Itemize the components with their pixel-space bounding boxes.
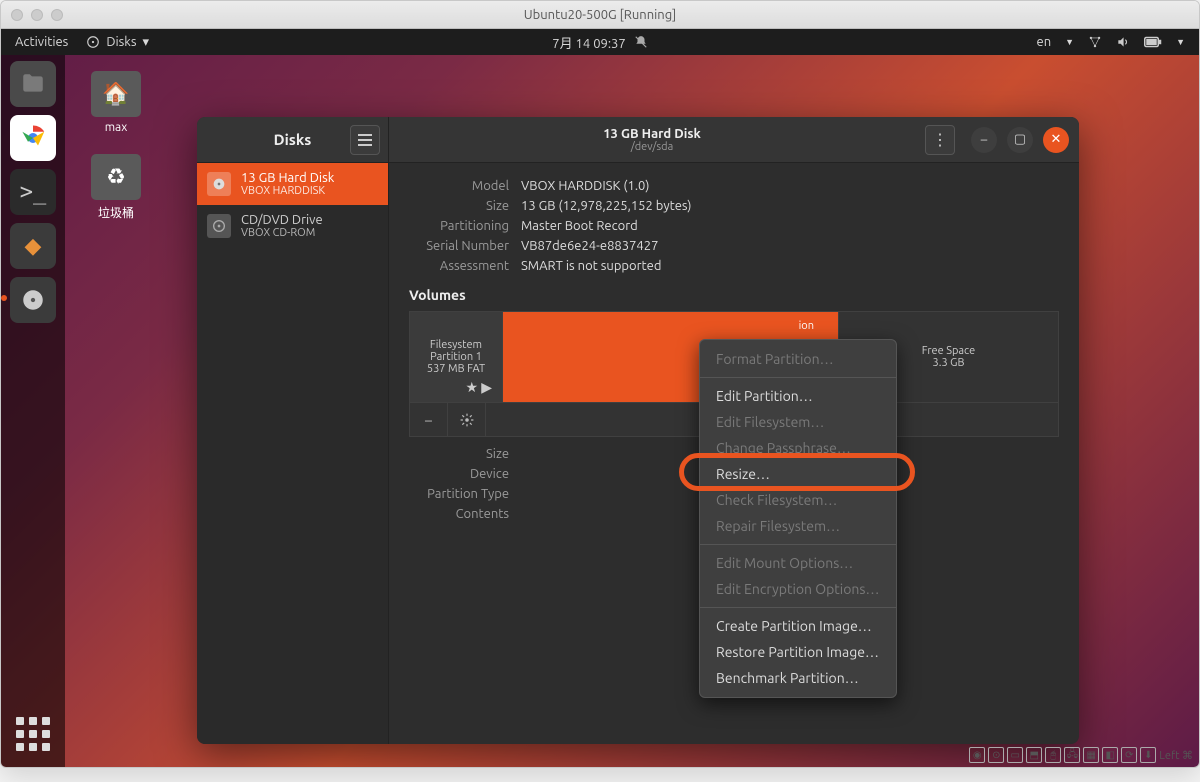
disk-sidebar: 13 GB Hard DiskVBOX HARDDISK CD/DVD Driv… [197, 163, 389, 744]
hdd-icon [207, 172, 231, 196]
label-partitioning: Partitioning [409, 219, 509, 233]
virtualbox-status-tray: ◉ ⊙ ▭ ⬒ 🖰 🖧 ▦ ◧ ⟳ ⬇ Left ⌘ [969, 745, 1193, 765]
ubuntu-desktop: Activities Disks ▾ 7月 14 09:37 en ▼ ▼ [1, 29, 1199, 768]
label-vol-device: Device [409, 467, 509, 481]
host-key-label: Left ⌘ [1159, 749, 1193, 762]
notification-off-icon [634, 35, 648, 49]
cdrom-icon [207, 214, 231, 238]
home-folder-label: max [81, 121, 151, 134]
dock-chrome[interactable] [10, 115, 56, 161]
sidebar-disk-hdd[interactable]: 13 GB Hard DiskVBOX HARDDISK [197, 163, 388, 205]
clock[interactable]: 7月 14 09:37 [552, 33, 625, 52]
vbox-tray-icon[interactable]: ◉ [969, 747, 985, 763]
disk-content: Model VBOX HARDDISK (1.0) Size 13 GB (12,9… [389, 163, 1079, 744]
unmount-button[interactable]: – [410, 403, 448, 436]
value-size: 13 GB (12,978,225,152 bytes) [521, 199, 1059, 213]
show-applications[interactable] [10, 711, 56, 757]
dock-terminal[interactable]: >_ [10, 169, 56, 215]
disks-headerbar: Disks 13 GB Hard Disk /dev/sda ⋮ – ▢ ✕ [197, 117, 1079, 163]
menu-edit-partition[interactable]: Edit Partition… [700, 383, 896, 409]
vbox-tray-icon[interactable]: ⬇ [1140, 747, 1156, 763]
disk-device-path: /dev/sda [631, 141, 673, 153]
menu-create-image[interactable]: Create Partition Image… [700, 613, 896, 639]
sidebar-item-label: CD/DVD Drive [241, 213, 323, 227]
label-size: Size [409, 199, 509, 213]
trash-label: 垃圾桶 [81, 204, 151, 221]
hamburger-button[interactable] [350, 125, 380, 155]
label-serial: Serial Number [409, 239, 509, 253]
vbox-tray-icon[interactable]: 🖰 [1045, 747, 1061, 763]
maximize-button[interactable]: ▢ [1007, 127, 1033, 153]
gnome-topbar: Activities Disks ▾ 7月 14 09:37 en ▼ ▼ [1, 29, 1199, 55]
volumes-heading: Volumes [409, 287, 1059, 303]
vbox-tray-icon[interactable]: ◧ [1102, 747, 1118, 763]
menu-edit-filesystem: Edit Filesystem… [700, 409, 896, 435]
value-model: VBOX HARDDISK (1.0) [521, 179, 1059, 193]
vbox-tray-icon[interactable]: ▭ [1007, 747, 1023, 763]
volume-context-menu: Format Partition… Edit Partition… Edit F… [699, 339, 897, 698]
dock-sublime[interactable]: ◆ [10, 223, 56, 269]
minimize-button[interactable]: – [971, 127, 997, 153]
volume-settings-button[interactable] [448, 403, 486, 436]
sidebar-item-sub: VBOX HARDDISK [241, 185, 334, 197]
desktop-icons: 🏠 max ♻ 垃圾桶 [81, 71, 151, 221]
vbox-tray-icon[interactable]: 🖧 [1064, 747, 1080, 763]
label-vol-ptype: Partition Type [409, 487, 509, 501]
vbox-tray-icon[interactable]: ⬒ [1026, 747, 1042, 763]
launcher-dock: >_ ◆ [1, 55, 65, 768]
label-assessment: Assessment [409, 259, 509, 273]
label-vol-contents: Contents [409, 507, 509, 521]
menu-repair-filesystem: Repair Filesystem… [700, 513, 896, 539]
close-button[interactable]: ✕ [1043, 127, 1069, 153]
menu-mount-options: Edit Mount Options… [700, 550, 896, 576]
menu-benchmark[interactable]: Benchmark Partition… [700, 665, 896, 691]
mac-window-title: Ubuntu20-500G [Running] [1, 8, 1199, 22]
menu-change-passphrase: Change Passphrase… [700, 435, 896, 461]
menu-check-filesystem: Check Filesystem… [700, 487, 896, 513]
label-vol-size: Size [409, 447, 509, 461]
menu-format-partition: Format Partition… [700, 346, 896, 372]
vbox-tray-icon[interactable]: ⊙ [988, 747, 1004, 763]
sidebar-disk-cdrom[interactable]: CD/DVD DriveVBOX CD-ROM [197, 205, 388, 247]
value-partitioning: Master Boot Record [521, 219, 1059, 233]
mac-titlebar: Ubuntu20-500G [Running] [1, 1, 1199, 29]
sidebar-item-label: 13 GB Hard Disk [241, 171, 334, 185]
label-model: Model [409, 179, 509, 193]
disk-title: 13 GB Hard Disk [603, 127, 701, 141]
menu-restore-image[interactable]: Restore Partition Image… [700, 639, 896, 665]
trash-icon[interactable]: ♻ 垃圾桶 [81, 154, 151, 221]
home-folder-icon[interactable]: 🏠 max [81, 71, 151, 134]
star-play-icons[interactable]: ★ ▶ [465, 379, 492, 396]
mac-window: Ubuntu20-500G [Running] Activities Disks… [0, 0, 1200, 768]
drive-menu-button[interactable]: ⋮ [925, 125, 955, 155]
sidebar-item-sub: VBOX CD-ROM [241, 227, 323, 239]
value-assessment: SMART is not supported [521, 259, 1059, 273]
value-serial: VB87de6e24-e8837427 [521, 239, 1059, 253]
disks-title: Disks [274, 131, 312, 148]
dock-files[interactable] [10, 61, 56, 107]
dock-disks[interactable] [10, 277, 56, 323]
vbox-tray-icon[interactable]: ⟳ [1121, 747, 1137, 763]
menu-encryption-options: Edit Encryption Options… [700, 576, 896, 602]
vbox-tray-icon[interactable]: ▦ [1083, 747, 1099, 763]
disks-app-window: Disks 13 GB Hard Disk /dev/sda ⋮ – ▢ ✕ [197, 117, 1079, 744]
partition-1[interactable]: Filesystem Partition 1 537 MB FAT ★ ▶ [410, 312, 502, 402]
menu-resize[interactable]: Resize… [700, 461, 896, 487]
